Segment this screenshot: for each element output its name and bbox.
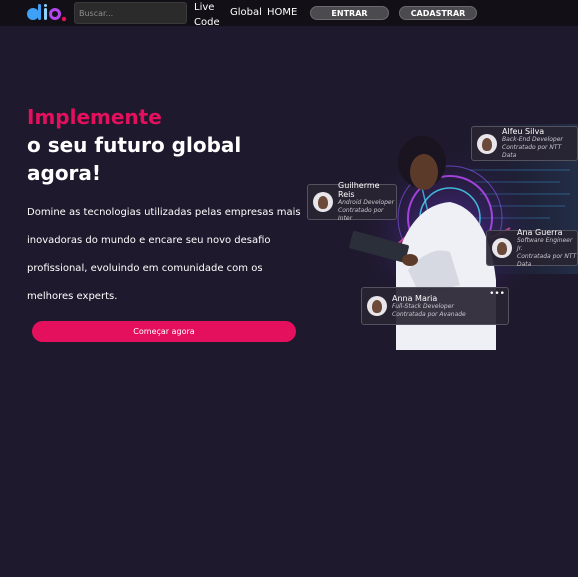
- cadastrar-button[interactable]: CADASTRAR: [399, 6, 477, 20]
- profile-company: Contratado por NTT Data: [502, 144, 562, 159]
- description-line: Domine as tecnologias utilizadas pelas e…: [27, 207, 301, 218]
- avatar: [313, 192, 333, 212]
- hero-description: Domine as tecnologias utilizadas pelas e…: [27, 199, 302, 311]
- profile-name: Guilherme Reis: [338, 181, 380, 199]
- profile-company: Contratada por NTT Data: [517, 252, 577, 268]
- entrar-button[interactable]: ENTRAR: [310, 6, 389, 20]
- more-dots-icon[interactable]: •••: [489, 289, 505, 299]
- hero-title-highlight: Implemente: [27, 105, 162, 129]
- profile-card: Anna Maria Full-Stack Developer Contrata…: [361, 287, 509, 325]
- profile-role: Full-Stack Developer: [392, 302, 454, 310]
- profile-role: Software Engineer Jr.: [517, 236, 573, 252]
- profile-name: Alfeu Silva: [502, 127, 545, 136]
- profile-name: Ana Guerra: [517, 227, 563, 237]
- profile-name: Anna Maria: [392, 293, 438, 303]
- hero-title-line3: agora!: [27, 161, 102, 185]
- avatar: [492, 238, 512, 258]
- nav-live-line1: Live: [194, 2, 215, 13]
- profile-card: Alfeu Silva Back-End Developer Contratad…: [471, 126, 578, 161]
- profile-role: Android Developer: [338, 199, 395, 206]
- description-line: profissional, evoluindo em comunidade co…: [27, 263, 263, 274]
- nav-link-global[interactable]: Global: [230, 7, 262, 18]
- profile-company: Contratado por Inter: [338, 207, 384, 222]
- comecar-agora-button[interactable]: Começar agora: [32, 321, 296, 342]
- nav-link-home[interactable]: HOME: [267, 7, 297, 18]
- hero-illustration: Alfeu Silva Back-End Developer Contratad…: [300, 110, 578, 350]
- avatar: [367, 296, 387, 316]
- profile-role: Back-End Developer: [502, 136, 563, 143]
- nav-link-live-code[interactable]: Live Code: [194, 0, 224, 30]
- top-navbar: Live Code Global HOME ENTRAR CADASTRAR: [0, 0, 578, 28]
- description-line: inovadoras do mundo e encare seu novo de…: [27, 235, 271, 246]
- profile-company: Contratada por Avanade: [392, 310, 466, 318]
- dio-logo[interactable]: [27, 4, 67, 22]
- avatar: [477, 133, 497, 154]
- description-line: melhores experts.: [27, 291, 118, 302]
- profile-card: Ana Guerra Software Engineer Jr. Contrat…: [486, 227, 578, 268]
- nav-live-line2: Code: [194, 17, 220, 28]
- hero-title-line2: o seu futuro global: [27, 133, 242, 157]
- search-input[interactable]: [74, 2, 187, 24]
- profile-card: Guilherme Reis Android Developer Contrat…: [307, 181, 397, 222]
